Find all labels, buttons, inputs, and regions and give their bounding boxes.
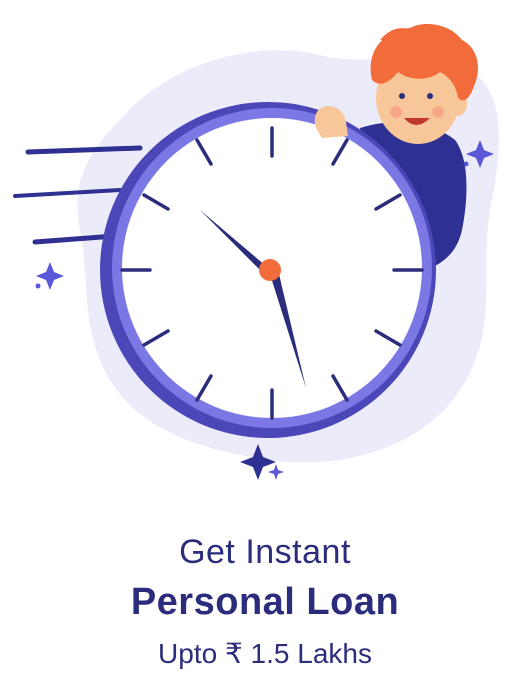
promo-text: Get Instant Personal Loan Upto ₹ 1.5 Lak… — [0, 528, 530, 678]
clock-icon — [100, 102, 436, 438]
promo-subheading: Upto ₹ 1.5 Lakhs — [158, 638, 372, 669]
hero-illustration — [13, 24, 499, 480]
sparkle-icon — [35, 262, 64, 290]
promo-heading-line2: Personal Loan — [130, 581, 400, 623]
promo-heading-line1: Get Instant — [179, 533, 351, 571]
